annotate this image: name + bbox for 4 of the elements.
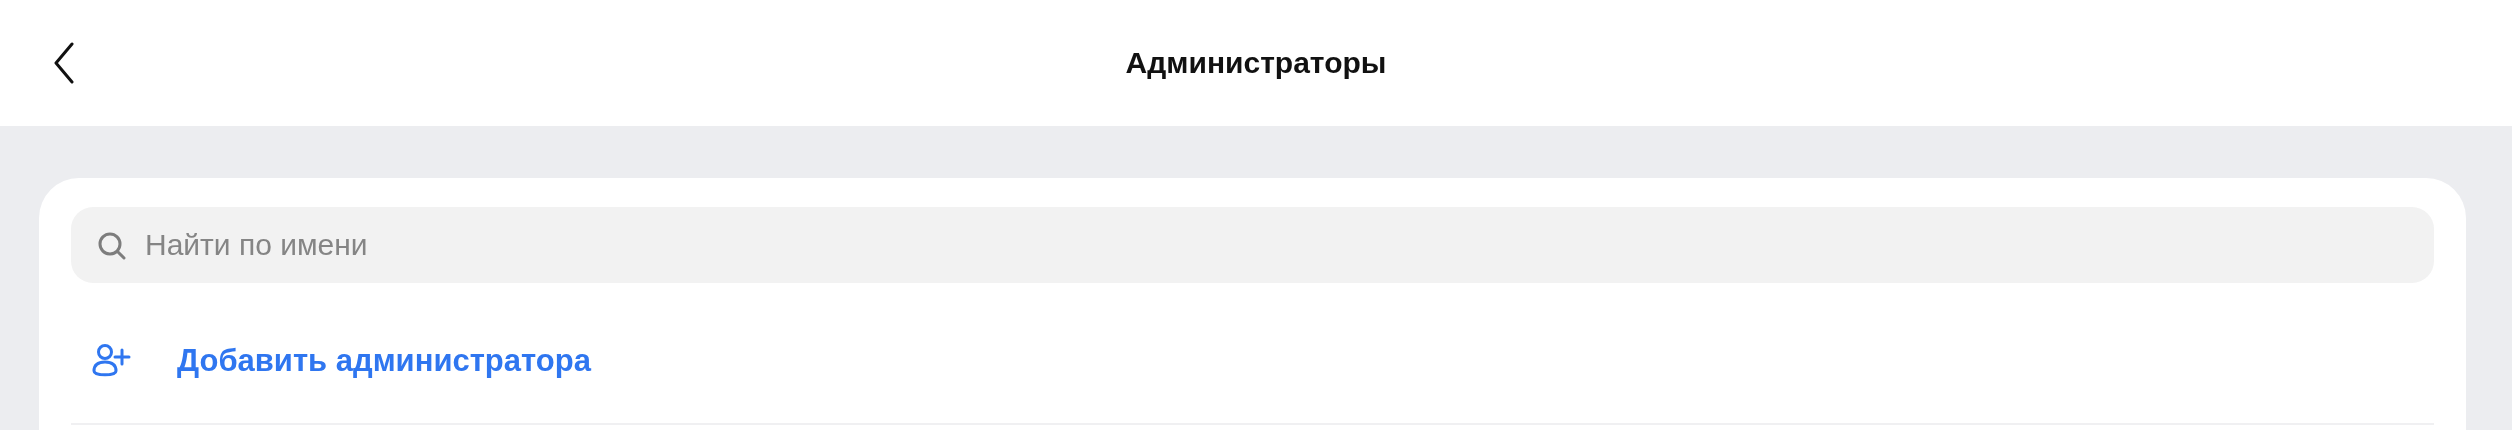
add-user-icon — [91, 343, 131, 379]
add-administrator-button[interactable]: Добавить администратора — [71, 343, 591, 379]
search-field[interactable]: Найти по имени — [71, 207, 2434, 283]
page-title: Администраторы — [1125, 46, 1387, 80]
